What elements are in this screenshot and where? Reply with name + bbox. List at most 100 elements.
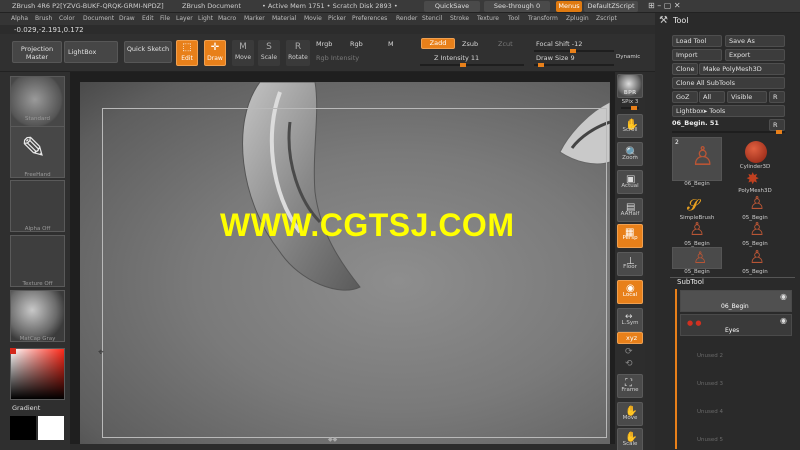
goz-all-button[interactable]: All xyxy=(699,91,725,103)
z-intensity-track[interactable] xyxy=(420,63,524,67)
focal-shift-knob[interactable] xyxy=(570,49,576,53)
zsub-button[interactable]: Zsub xyxy=(462,40,478,48)
draw-size-track[interactable] xyxy=(534,63,614,67)
polymesh3d-icon[interactable]: ✸ xyxy=(746,169,759,188)
menu-stroke[interactable]: Stroke xyxy=(450,15,469,22)
import-button[interactable]: Import xyxy=(672,49,722,61)
sculpt-canvas[interactable]: WWW.CGTSJ.COM ⌖ xyxy=(80,82,610,444)
current-tool-track[interactable] xyxy=(672,130,785,134)
lightbox-button[interactable]: LightBox xyxy=(64,41,118,63)
goz-visible-button[interactable]: Visible xyxy=(727,91,767,103)
menu-edit[interactable]: Edit xyxy=(142,15,154,22)
move-view-button[interactable]: ✋ xyxy=(617,402,643,426)
current-tool-knob[interactable] xyxy=(776,130,782,134)
edit-mode-button[interactable]: ⬚ Edit xyxy=(176,40,198,66)
zadd-button[interactable]: Zadd xyxy=(421,38,455,49)
quicksave-button[interactable]: QuickSave xyxy=(424,1,480,12)
subtool-header[interactable]: SubTool xyxy=(677,278,704,286)
menu-layer[interactable]: Layer xyxy=(176,15,193,22)
menu-macro[interactable]: Macro xyxy=(218,15,236,22)
draw-mode-button[interactable]: ✛ Draw xyxy=(204,40,226,66)
chevron-down-icon[interactable]: ◆◆ xyxy=(328,436,337,443)
color-picker[interactable] xyxy=(10,348,65,400)
canvas-viewport[interactable]: WWW.CGTSJ.COM ⌖ ◆◆ xyxy=(70,72,615,444)
make-polymesh-button[interactable]: Make PolyMesh3D xyxy=(699,63,785,75)
rotate-y-icon[interactable]: ⟳ xyxy=(625,347,633,357)
material-matcap-thumb[interactable] xyxy=(10,290,65,342)
spix-knob[interactable] xyxy=(631,106,637,110)
menu-transform[interactable]: Transform xyxy=(528,15,558,22)
scale-mode-button[interactable]: S Scale xyxy=(258,40,280,66)
texture-thumb[interactable] xyxy=(10,235,65,287)
subtool-row-eyes[interactable]: ● ● ◉ Eyes xyxy=(680,314,792,336)
figure-small-icon[interactable]: ♙ xyxy=(749,219,765,240)
mrgb-toggle[interactable]: Mrgb xyxy=(316,40,332,48)
rgb-toggle[interactable]: Rgb xyxy=(350,40,363,48)
menu-color[interactable]: Color xyxy=(59,15,75,22)
secondary-color-swatch[interactable] xyxy=(10,416,36,440)
main-color-swatch[interactable] xyxy=(38,416,64,440)
menu-zplugin[interactable]: Zplugin xyxy=(566,15,589,22)
aahalf-button[interactable]: ▤ xyxy=(617,198,643,222)
zcut-button[interactable]: Zcut xyxy=(498,40,513,48)
zoom-button[interactable]: 🔍 xyxy=(617,142,643,166)
menu-alpha[interactable]: Alpha xyxy=(11,15,28,22)
rotate-mode-button[interactable]: R Rotate xyxy=(286,40,310,66)
menu-draw[interactable]: Draw xyxy=(119,15,135,22)
tool-thumb-06-begin[interactable]: 2 ♙ xyxy=(672,137,722,181)
menu-stencil[interactable]: Stencil xyxy=(422,15,442,22)
rgb-intensity-slider[interactable]: Rgb Intensity xyxy=(316,54,359,62)
rotate-z-icon[interactable]: ⟲ xyxy=(625,359,633,369)
menu-render[interactable]: Render xyxy=(396,15,417,22)
menus-toggle[interactable]: Menus xyxy=(556,1,582,12)
scroll-button[interactable]: ✋ xyxy=(617,114,643,138)
goz-button[interactable]: GoZ xyxy=(672,91,698,103)
menu-movie[interactable]: Movie xyxy=(304,15,322,22)
menu-zscript[interactable]: Zscript xyxy=(596,15,617,22)
figure-small-icon[interactable]: ♙ xyxy=(749,247,765,268)
menu-material[interactable]: Material xyxy=(272,15,296,22)
z-intensity-slider[interactable]: Z Intensity 11 xyxy=(434,54,479,62)
menu-preferences[interactable]: Preferences xyxy=(352,15,387,22)
lightbox-tools-button[interactable]: Lightbox▸ Tools xyxy=(672,105,785,117)
goz-r-button[interactable]: R xyxy=(769,91,785,103)
eye-icon[interactable]: ◉ xyxy=(780,292,787,301)
save-as-button[interactable]: Save As xyxy=(725,35,785,47)
simplebrush-icon[interactable]: 𝓢 xyxy=(687,195,699,215)
window-controls[interactable]: ⊞ – ▢ ✕ xyxy=(648,1,681,10)
projection-master-button[interactable]: Projection Master xyxy=(12,41,62,63)
clone-all-subtools-button[interactable]: Clone All SubTools xyxy=(672,77,785,89)
move-mode-button[interactable]: M Move xyxy=(232,40,254,66)
subtool-row-06-begin[interactable]: ◉ 06_Begin xyxy=(680,290,792,312)
dynamic-toggle[interactable]: Dynamic xyxy=(616,54,640,60)
draw-size-knob[interactable] xyxy=(538,63,544,67)
eye-icon[interactable]: ◉ xyxy=(780,316,787,325)
clone-button[interactable]: Clone xyxy=(672,63,698,75)
alpha-thumb[interactable] xyxy=(10,180,65,232)
cylinder3d-icon[interactable] xyxy=(745,141,767,163)
figure-small-icon[interactable]: ♙ xyxy=(689,219,705,240)
default-zscript-button[interactable]: DefaultZScript xyxy=(584,1,638,12)
spix-track[interactable] xyxy=(621,106,639,110)
menu-light[interactable]: Light xyxy=(198,15,213,22)
frame-button[interactable]: ⛶ xyxy=(617,374,643,398)
see-through-slider[interactable]: See-through 0 xyxy=(484,1,550,12)
menu-file[interactable]: File xyxy=(160,15,170,22)
z-intensity-knob[interactable] xyxy=(460,63,466,67)
menu-texture[interactable]: Texture xyxy=(477,15,499,22)
figure-small-icon[interactable]: ♙ xyxy=(749,193,765,214)
draw-size-slider[interactable]: Draw Size 9 xyxy=(536,54,575,62)
subtool-scrollbar[interactable] xyxy=(675,289,677,449)
focal-shift-slider[interactable]: Focal Shift -12 xyxy=(536,40,582,48)
actual-button[interactable]: ▣ xyxy=(617,170,643,194)
menu-picker[interactable]: Picker xyxy=(328,15,346,22)
focal-shift-track[interactable] xyxy=(534,49,614,53)
menu-marker[interactable]: Marker xyxy=(244,15,265,22)
m-toggle[interactable]: M xyxy=(388,40,394,48)
tool-thumb-05-begin[interactable]: ♙ xyxy=(672,247,722,269)
stroke-freehand-thumb[interactable]: ✎ xyxy=(10,126,65,178)
menu-brush[interactable]: Brush xyxy=(35,15,52,22)
spix-slider[interactable]: SPix 3 xyxy=(615,99,645,105)
menu-tool[interactable]: Tool xyxy=(508,15,520,22)
export-button[interactable]: Export xyxy=(725,49,785,61)
